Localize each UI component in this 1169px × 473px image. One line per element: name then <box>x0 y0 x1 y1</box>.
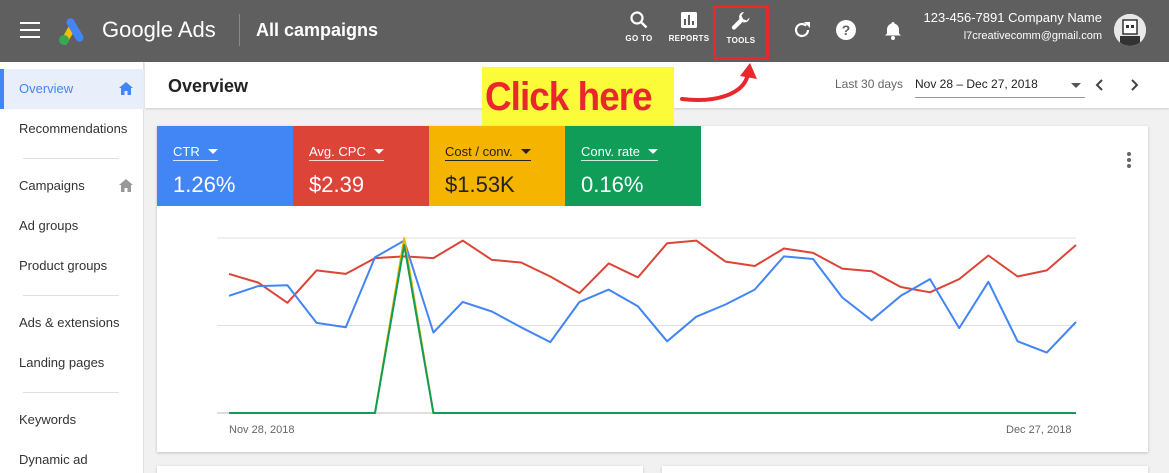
reports-icon <box>681 12 697 28</box>
bell-icon[interactable] <box>882 19 904 41</box>
sidebar-divider <box>23 295 119 296</box>
sidebar-item-recommendations[interactable]: Recommendations <box>0 109 144 149</box>
sidebar-divider <box>23 158 119 159</box>
metric-label: Conv. rate <box>581 144 659 161</box>
search-icon <box>630 11 648 29</box>
sidebar-item-dynamic-ad[interactable]: Dynamic ad <box>0 440 144 473</box>
account-email: l7creativecomm@gmail.com <box>963 30 1102 42</box>
date-range-select[interactable]: Nov 28 – Dec 27, 2018 <box>915 72 1085 98</box>
sidebar: Overview Recommendations Campaigns Ad gr… <box>0 62 144 473</box>
chevron-down-icon <box>1071 83 1081 88</box>
sidebar-item-landing-pages[interactable]: Landing pages <box>0 343 144 383</box>
account-phone-company: 123-456-7891 Company Name <box>923 10 1103 25</box>
previous-period-icon[interactable] <box>1091 76 1109 94</box>
next-period-icon[interactable] <box>1125 76 1143 94</box>
sidebar-item-campaigns[interactable]: Campaigns <box>0 166 144 206</box>
svg-text:?: ? <box>842 22 851 38</box>
sidebar-item-product-groups[interactable]: Product groups <box>0 246 144 286</box>
lower-card-left <box>157 466 643 473</box>
metric-label: Cost / conv. <box>445 144 531 161</box>
sidebar-item-ad-groups[interactable]: Ad groups <box>0 206 144 246</box>
brand-name[interactable]: Google Ads <box>102 17 216 43</box>
header-divider <box>239 14 240 46</box>
metric-value: 0.16% <box>581 172 644 197</box>
sidebar-item-label: Campaigns <box>19 178 85 193</box>
sidebar-item-ads-extensions[interactable]: Ads & extensions <box>0 303 144 343</box>
metric-value: $2.39 <box>309 172 365 197</box>
series-line-avg-cpc[interactable] <box>228 239 1077 304</box>
sidebar-item-label: Dynamic ad <box>19 452 88 467</box>
avatar[interactable] <box>1114 14 1146 46</box>
sidebar-divider <box>23 392 119 393</box>
sidebar-item-label: Keywords <box>19 412 77 427</box>
lower-card-right <box>662 466 1148 473</box>
reports-button[interactable]: REPORTS <box>664 10 714 54</box>
top-bar: Google Ads All campaigns GO TO REPORTS T… <box>0 0 1169 62</box>
refresh-icon[interactable] <box>791 19 813 41</box>
sidebar-item-label: Product groups <box>19 258 108 273</box>
x-axis-end-label: Dec 27, 2018 <box>1006 424 1072 436</box>
metric-value: 1.26% <box>173 172 236 197</box>
sidebar-item-label: Recommendations <box>19 121 128 136</box>
goto-label: GO TO <box>625 34 653 43</box>
metric-avg-cpc[interactable]: Avg. CPC $2.39 <box>293 126 429 206</box>
metric-cost-per-conv[interactable]: Cost / conv. $1.53K <box>429 126 565 206</box>
overview-card: CTR 1.26% Avg. CPC $2.39 Cost / conv. $1… <box>157 126 1148 452</box>
sidebar-item-label: Ad groups <box>19 218 79 233</box>
overview-title: Overview <box>168 76 249 96</box>
chevron-down-icon <box>648 149 659 154</box>
sidebar-item-label: Ads & extensions <box>19 315 120 330</box>
tools-highlight-box <box>713 5 769 60</box>
home-icon <box>119 179 133 192</box>
callout-box: Click here <box>482 67 674 129</box>
date-range-value: Nov 28 – Dec 27, 2018 <box>915 77 1038 91</box>
chevron-down-icon <box>207 149 218 154</box>
reports-label: REPORTS <box>668 34 710 43</box>
metric-label: CTR <box>173 144 218 161</box>
more-vert-icon[interactable] <box>1122 152 1136 172</box>
metric-label: Avg. CPC <box>309 144 384 161</box>
metric-ctr[interactable]: CTR 1.26% <box>157 126 293 206</box>
series-line-conv-rate[interactable] <box>229 244 1076 414</box>
sidebar-item-keywords[interactable]: Keywords <box>0 400 144 440</box>
goto-button[interactable]: GO TO <box>614 10 664 54</box>
callout-arrow <box>680 63 757 102</box>
sidebar-item-label: Overview <box>19 81 74 96</box>
page-title: All campaigns <box>256 20 379 40</box>
metric-conv-rate[interactable]: Conv. rate 0.16% <box>565 126 701 206</box>
menu-icon[interactable] <box>20 22 40 38</box>
sidebar-item-overview[interactable]: Overview <box>0 69 144 109</box>
help-icon[interactable]: ? <box>835 19 857 41</box>
account-info[interactable]: 123-456-7891 Company Name l7creativecomm… <box>924 9 1103 45</box>
series-line-ctr[interactable] <box>228 239 1077 354</box>
sidebar-item-label: Landing pages <box>19 355 105 370</box>
chevron-down-icon <box>520 149 531 154</box>
callout-text: Click here <box>485 75 653 119</box>
performance-chart <box>217 237 1077 414</box>
chevron-down-icon <box>373 149 384 154</box>
x-axis-start-label: Nov 28, 2018 <box>229 424 295 436</box>
home-icon <box>119 82 133 95</box>
date-range-label: Last 30 days <box>835 77 904 91</box>
google-ads-logo <box>59 18 84 45</box>
metric-value: $1.53K <box>445 172 515 197</box>
